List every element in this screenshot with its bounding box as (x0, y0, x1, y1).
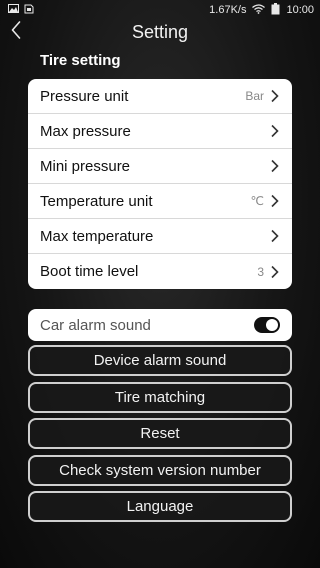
chevron-right-icon (270, 194, 280, 208)
setting-row-max-pressure[interactable]: Max pressure (28, 114, 292, 149)
battery-icon (271, 2, 280, 18)
setting-label: Pressure unit (40, 87, 129, 105)
setting-value-group (264, 229, 280, 243)
section-title-tire-setting: Tire setting (40, 52, 121, 69)
status-right: 1.67K/s 10:00 (209, 2, 320, 18)
device-alarm-sound-button[interactable]: Device alarm sound (28, 345, 292, 376)
car-alarm-sound-row: Car alarm sound (28, 309, 292, 341)
setting-value-group (264, 124, 280, 138)
status-left (0, 4, 34, 17)
clock: 10:00 (286, 4, 314, 16)
back-icon (11, 20, 21, 44)
reset-button[interactable]: Reset (28, 418, 292, 449)
chevron-right-icon (270, 124, 280, 138)
setting-value: ℃ (250, 194, 264, 208)
page-title: Setting (131, 21, 189, 42)
setting-label: Mini pressure (40, 157, 131, 175)
setting-row-max-temperature[interactable]: Max temperature (28, 219, 292, 254)
network-speed: 1.67K/s (209, 4, 247, 16)
chevron-right-icon (270, 229, 280, 243)
back-button[interactable] (4, 20, 28, 44)
setting-row-boot-time-level[interactable]: Boot time level 3 (28, 254, 292, 289)
language-button[interactable]: Language (28, 491, 292, 522)
setting-label: Boot time level (40, 263, 139, 280)
wifi-icon (252, 3, 266, 17)
setting-value: Bar (245, 89, 264, 103)
car-alarm-sound-toggle[interactable] (254, 317, 280, 333)
toggle-knob (266, 319, 278, 331)
tire-settings-card: Pressure unit Bar Max pressure Mini pres… (28, 79, 292, 289)
setting-label: Temperature unit (40, 192, 153, 210)
setting-label: Max temperature (40, 227, 154, 245)
setting-row-temperature-unit[interactable]: Temperature unit ℃ (28, 184, 292, 219)
chevron-right-icon (270, 265, 280, 279)
tire-matching-button[interactable]: Tire matching (28, 382, 292, 413)
chevron-right-icon (270, 159, 280, 173)
chevron-right-icon (270, 89, 280, 103)
image-icon (8, 4, 19, 16)
status-bar: 1.67K/s 10:00 (0, 0, 320, 20)
setting-row-pressure-unit[interactable]: Pressure unit Bar (28, 79, 292, 114)
setting-label: Max pressure (40, 122, 131, 140)
setting-value-group: Bar (245, 89, 280, 103)
sim-icon (24, 4, 34, 17)
setting-value: 3 (257, 264, 264, 279)
nav-bar: Setting (0, 20, 320, 44)
setting-value-group (264, 159, 280, 173)
setting-value-group: ℃ (251, 194, 280, 208)
setting-value-group: 3 (257, 265, 280, 279)
setting-row-mini-pressure[interactable]: Mini pressure (28, 149, 292, 184)
car-alarm-sound-label: Car alarm sound (40, 316, 151, 334)
check-system-version-button[interactable]: Check system version number (28, 455, 292, 486)
